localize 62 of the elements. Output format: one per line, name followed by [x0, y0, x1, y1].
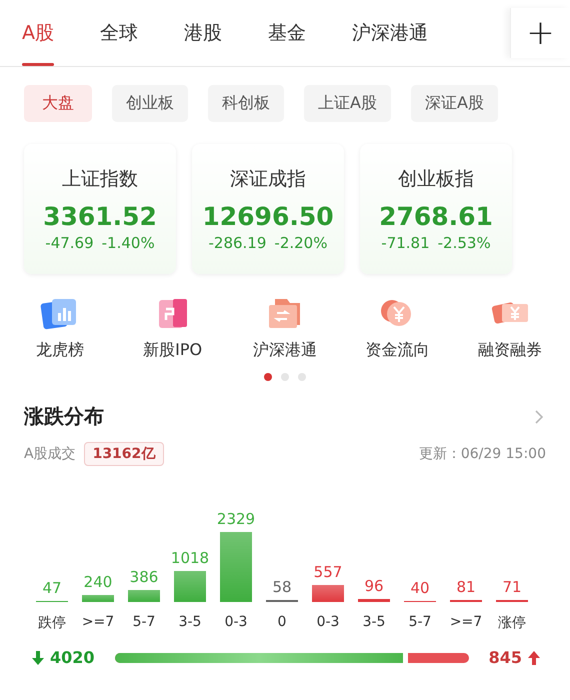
category-label: 0-3 — [224, 614, 248, 630]
bar-value: 386 — [130, 568, 158, 586]
category-label: 3-5 — [362, 614, 386, 630]
bar-value: 240 — [84, 572, 112, 591]
up-arrow-icon — [528, 650, 540, 664]
category-label: 5-7 — [132, 614, 156, 630]
category-label: >=7 — [82, 614, 114, 630]
bar-value: 81 — [456, 578, 476, 596]
down-arrow-icon — [32, 650, 44, 664]
bar-value: 1018 — [170, 549, 210, 568]
index-name: 上证指数 — [62, 167, 138, 192]
shortcut-label[interactable]: 融资融券 — [478, 340, 542, 361]
bar-value: 40 — [410, 578, 430, 597]
bar-value: 557 — [314, 563, 342, 582]
filter-chip[interactable]: 大盘 — [24, 85, 92, 122]
category-label: 5-7 — [408, 614, 432, 630]
add-button[interactable]: + — [510, 8, 570, 58]
category-label: 0 — [278, 614, 286, 630]
index-percent: -2.20% — [274, 234, 328, 252]
filter-chip[interactable]: 科创板 — [208, 85, 284, 122]
up-count: 845 — [488, 648, 522, 667]
section-title: 涨跌分布 — [24, 403, 104, 430]
down-count: 4020 — [50, 648, 95, 667]
index-card[interactable]: 深证成指 12696.50 -286.19 -2.20% — [192, 144, 344, 274]
volume-badge: 13162亿 — [84, 442, 164, 466]
bar-value: 47 — [42, 578, 62, 597]
chevron-right-icon[interactable] — [534, 408, 544, 424]
shortcut-label[interactable]: 沪深港通 — [252, 340, 317, 361]
index-percent: -2.53% — [438, 234, 491, 252]
category-label: 0-3 — [316, 614, 340, 630]
bar-value: 96 — [364, 577, 384, 596]
update-time: 更新：06/29 15:00 — [418, 445, 546, 463]
index-card[interactable]: 上证指数 3361.52 -47.69 -1.40% — [24, 144, 176, 274]
volume-label: A股成交 — [24, 445, 76, 463]
index-card[interactable]: 创业板指 2768.61 -71.81 -2.53% — [360, 144, 512, 274]
index-change: -286.19 — [208, 234, 266, 252]
tab[interactable]: A股 — [22, 0, 54, 66]
shortcut-label[interactable]: 新股IPO — [143, 340, 202, 361]
filter-chip[interactable]: 深证A股 — [410, 85, 498, 122]
tab[interactable]: 全球 — [100, 0, 138, 66]
filter-chip[interactable]: 上证A股 — [304, 85, 391, 122]
tab[interactable]: 基金 — [268, 0, 306, 66]
bar-value: 2329 — [216, 510, 256, 528]
tab[interactable]: 港股 — [184, 0, 222, 66]
bar-value: 71 — [502, 578, 522, 596]
tab[interactable]: 沪深港通 — [352, 0, 428, 66]
category-label: 3-5 — [178, 614, 202, 630]
category-label: 涨停 — [498, 614, 526, 630]
shortcut-label[interactable]: 龙虎榜 — [36, 340, 84, 361]
index-value: 3361.52 — [43, 202, 157, 231]
index-change: -71.81 — [381, 234, 430, 252]
filter-chip[interactable]: 创业板 — [112, 85, 188, 122]
index-change: -47.69 — [45, 234, 94, 252]
shortcut-label[interactable]: 资金流向 — [365, 340, 430, 361]
index-percent: -1.40% — [102, 234, 155, 252]
category-label: 跌停 — [38, 614, 66, 630]
index-name: 深证成指 — [230, 167, 306, 192]
category-label: >=7 — [450, 614, 482, 630]
bar-value: 58 — [272, 578, 292, 596]
index-value: 2768.61 — [379, 202, 493, 231]
index-name: 创业板指 — [398, 167, 474, 192]
index-value: 12696.50 — [202, 202, 334, 231]
